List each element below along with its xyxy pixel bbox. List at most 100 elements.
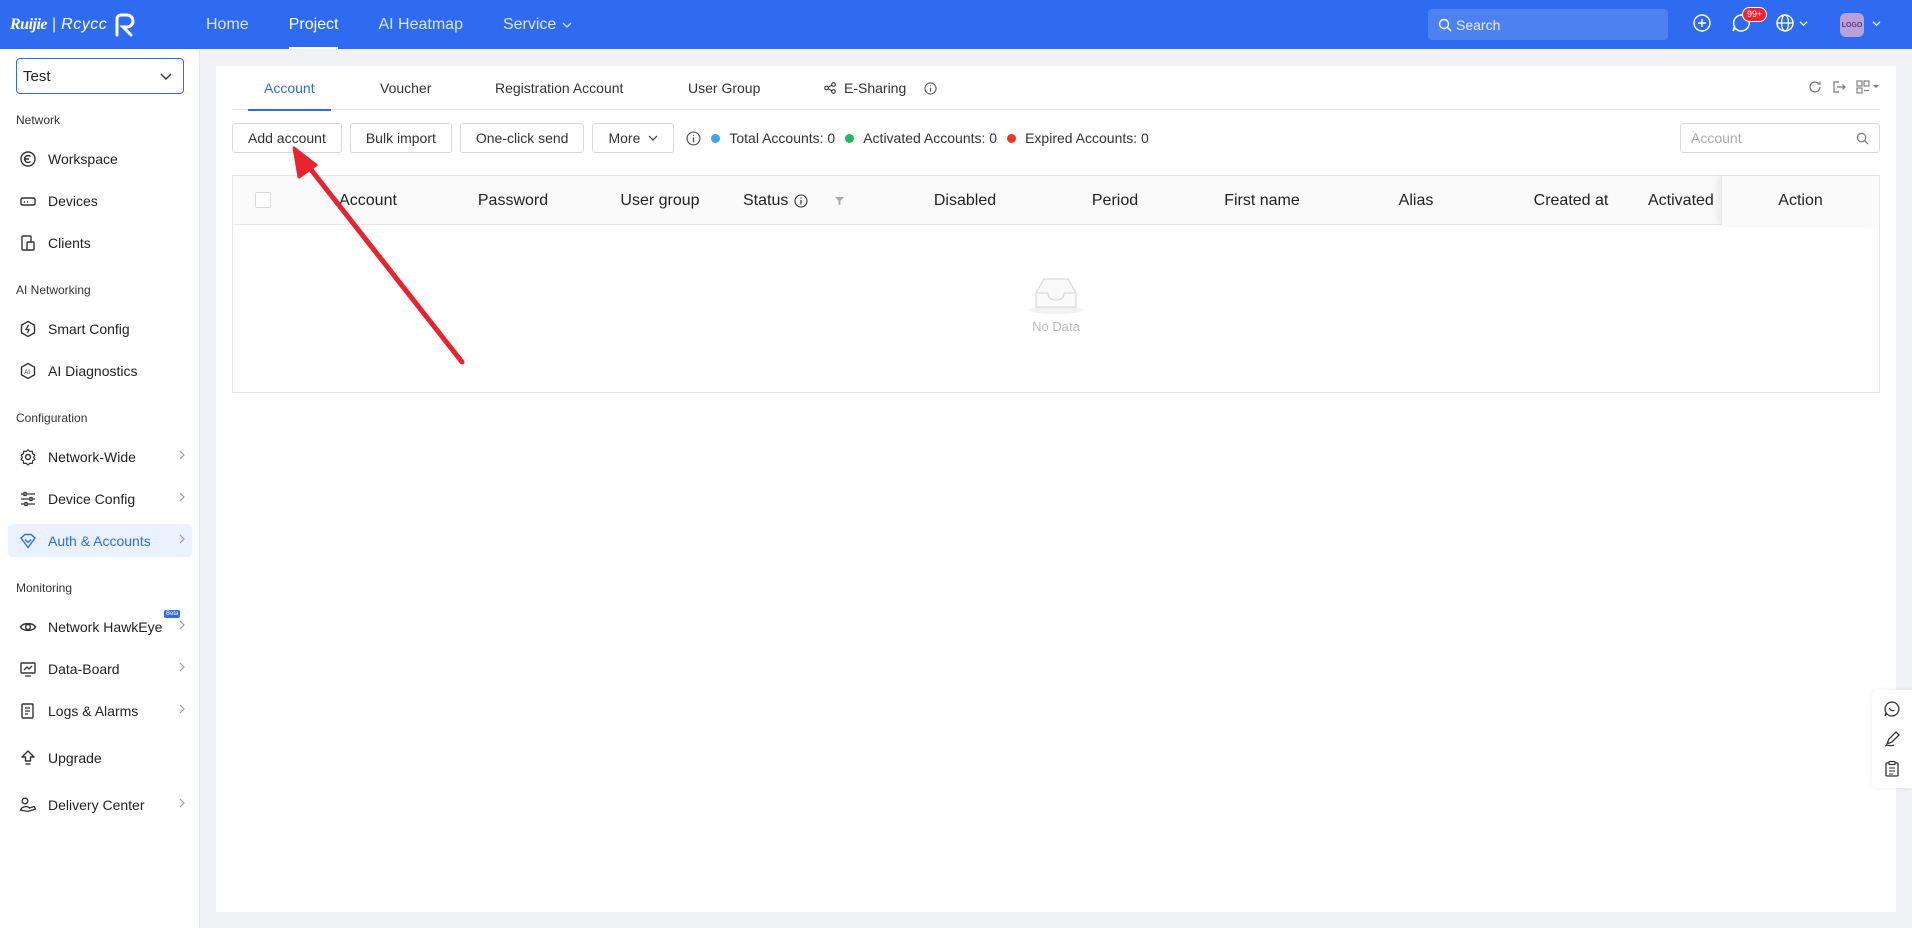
sidebar: Test Network Workspace Devices Clients A…: [0, 49, 200, 928]
sidebar-item-auth-accounts[interactable]: Auth & Accounts: [8, 524, 192, 557]
global-search-input[interactable]: [1456, 16, 1656, 33]
sidebar-item-label: Auth & Accounts: [48, 532, 151, 549]
export-icon[interactable]: [1832, 80, 1846, 94]
sidebar-item-label: Clients: [48, 234, 91, 251]
account-search[interactable]: [1680, 123, 1880, 153]
sidebar-item-network-hawkeye[interactable]: Network HawkEye Beta: [8, 610, 192, 643]
column-header-disabled[interactable]: Disabled: [910, 176, 1020, 225]
column-header-action[interactable]: Action: [1721, 176, 1879, 225]
beta-badge: Beta: [164, 610, 181, 618]
sidebar-item-logs-alarms[interactable]: Logs & Alarms: [8, 694, 192, 727]
column-header-alias[interactable]: Alias: [1361, 176, 1471, 225]
tab-voucher[interactable]: Voucher: [380, 66, 431, 110]
accounts-table: Account Password User group Status Disab…: [232, 175, 1880, 393]
filter-icon[interactable]: [834, 195, 845, 206]
section-label-monitoring: Monitoring: [16, 581, 73, 595]
column-header-status[interactable]: Status: [743, 176, 863, 225]
account-search-input[interactable]: [1691, 130, 1841, 146]
refresh-icon[interactable]: [1808, 80, 1822, 94]
column-header-first-name[interactable]: First name: [1197, 176, 1327, 225]
sidebar-item-label: Workspace: [48, 150, 118, 167]
stat-expired-text: Expired Accounts: 0: [1025, 130, 1149, 146]
empty-state: No Data: [233, 225, 1879, 392]
sidebar-item-clients[interactable]: Clients: [8, 226, 192, 259]
info-icon[interactable]: [924, 81, 937, 95]
column-header-period[interactable]: Period: [1060, 176, 1170, 225]
sidebar-item-label: Network-Wide: [48, 448, 136, 465]
column-header-password[interactable]: Password: [458, 176, 568, 225]
nav-home-label: Home: [206, 16, 249, 33]
svg-text:AI: AI: [24, 370, 30, 376]
tab-registration-account[interactable]: Registration Account: [495, 66, 623, 110]
project-select-value: Test: [23, 67, 51, 85]
add-account-button[interactable]: Add account: [232, 123, 342, 153]
empty-state-text: No Data: [1032, 319, 1080, 334]
chevron-right-icon: [179, 620, 185, 630]
nav-project[interactable]: Project: [269, 0, 359, 49]
chevron-right-icon: [179, 450, 185, 460]
sidebar-item-upgrade[interactable]: Upgrade: [8, 741, 192, 774]
select-all-checkbox[interactable]: [255, 192, 271, 208]
notification-badge: 99+: [1742, 7, 1768, 22]
tab-e-sharing[interactable]: E-Sharing: [824, 66, 937, 110]
feedback-pen-icon[interactable]: [1883, 730, 1901, 748]
chat-support-icon[interactable]: [1883, 700, 1901, 718]
sliders-icon: [18, 489, 38, 509]
delivery-icon: [18, 795, 38, 815]
sidebar-item-smart-config[interactable]: Smart Config: [8, 312, 192, 345]
dashboard-icon: [18, 659, 38, 679]
sidebar-item-label: Smart Config: [48, 320, 130, 337]
top-navigation-bar: Ruijie | Rcycc Home Project AI Heatmap S…: [0, 0, 1912, 49]
brand-logo[interactable]: Ruijie | Rcycc: [10, 12, 137, 38]
smart-config-icon: [18, 319, 38, 339]
account-stats: Total Accounts: 0 Activated Accounts: 0 …: [686, 130, 1149, 146]
sidebar-item-workspace[interactable]: Workspace: [8, 142, 192, 175]
sidebar-item-device-config[interactable]: Device Config: [8, 482, 192, 515]
brand-name-rcycc: Rcycc: [61, 16, 108, 33]
language-globe-icon[interactable]: [1775, 13, 1808, 33]
chevron-right-icon: [179, 662, 185, 672]
tab-user-group[interactable]: User Group: [688, 66, 760, 110]
stat-expired-accounts: Expired Accounts: 0: [1007, 130, 1149, 146]
sidebar-item-delivery-center[interactable]: Delivery Center: [8, 788, 192, 821]
sidebar-item-data-board[interactable]: Data-Board: [8, 652, 192, 685]
info-icon[interactable]: [686, 130, 701, 146]
more-button[interactable]: More: [592, 123, 675, 153]
chevron-down-icon: [160, 73, 172, 80]
sidebar-item-network-wide[interactable]: Network-Wide: [8, 440, 192, 473]
column-header-account[interactable]: Account: [313, 176, 423, 225]
main-nav: Home Project AI Heatmap Service: [186, 0, 592, 49]
clipboard-icon[interactable]: [1883, 760, 1901, 778]
column-header-user-group[interactable]: User group: [605, 176, 715, 225]
add-circle-icon[interactable]: [1692, 13, 1712, 33]
nav-home[interactable]: Home: [186, 0, 269, 49]
global-search[interactable]: [1428, 9, 1668, 40]
bulk-import-button[interactable]: Bulk import: [349, 123, 452, 153]
chevron-down-icon: [648, 135, 658, 141]
column-settings-icon[interactable]: [1856, 80, 1880, 94]
share-icon: [824, 82, 836, 94]
sidebar-item-label: Devices: [48, 192, 98, 209]
user-avatar[interactable]: LOGO: [1840, 13, 1864, 37]
chevron-down-icon[interactable]: [1872, 19, 1881, 28]
stat-activated-accounts: Activated Accounts: 0: [845, 130, 997, 146]
brand-mark-icon: [115, 13, 135, 37]
stat-activated-text: Activated Accounts: 0: [863, 130, 998, 146]
tab-tools: [1808, 80, 1880, 94]
sidebar-item-ai-diagnostics[interactable]: AI AI Diagnostics: [8, 354, 192, 387]
search-icon[interactable]: [1856, 132, 1869, 145]
nav-service[interactable]: Service: [483, 0, 592, 49]
nav-ai-heatmap[interactable]: AI Heatmap: [358, 0, 482, 49]
eye-icon: [18, 617, 38, 637]
sidebar-item-label: Data-Board: [48, 660, 120, 677]
column-header-created-at[interactable]: Created at: [1501, 176, 1641, 225]
tab-label: E-Sharing: [844, 80, 907, 96]
sidebar-item-devices[interactable]: Devices: [8, 184, 192, 217]
info-icon[interactable]: [794, 193, 808, 208]
project-select[interactable]: Test: [16, 58, 184, 94]
nav-project-label: Project: [288, 16, 339, 33]
floating-tools: [1872, 690, 1912, 788]
one-click-send-button[interactable]: One-click send: [459, 123, 585, 153]
nav-ai-heatmap-label: AI Heatmap: [378, 16, 463, 33]
tab-account[interactable]: Account: [248, 66, 331, 111]
